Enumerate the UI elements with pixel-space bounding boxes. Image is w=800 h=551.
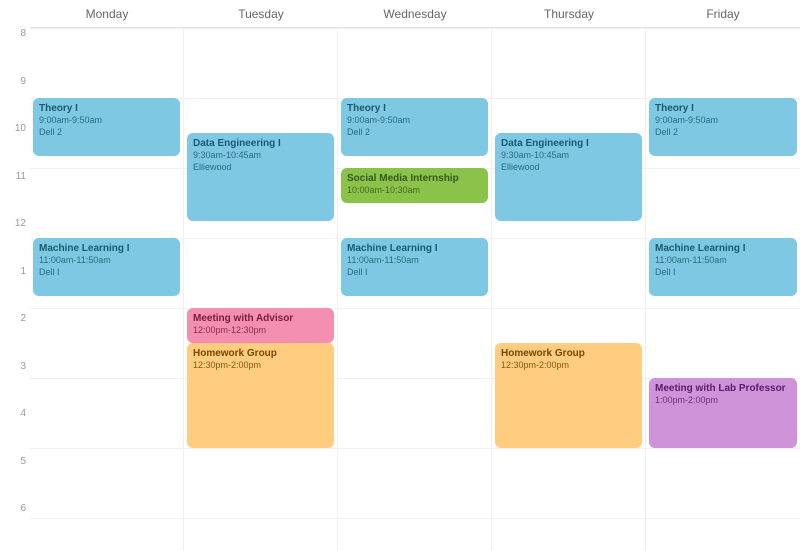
event-time: 12:00pm-12:30pm	[193, 325, 328, 337]
calendar-event[interactable]: Machine Learning I11:00am-11:50amDell I	[649, 238, 797, 296]
time-label: 9	[0, 76, 30, 124]
event-title: Homework Group	[501, 347, 636, 360]
event-title: Machine Learning I	[655, 242, 791, 255]
event-time: 9:30am-10:45am	[193, 150, 328, 162]
day-column-friday: Theory I9:00am-9:50amDell 2 Machine Learn…	[646, 28, 800, 551]
event-title: Theory I	[655, 102, 791, 115]
day-header: Wednesday	[338, 0, 492, 27]
event-title: Data Engineering I	[501, 137, 636, 150]
time-label: 3	[0, 361, 30, 409]
calendar-event[interactable]: Meeting with Lab Professor1:00pm-2:00pm	[649, 378, 797, 448]
calendar-event[interactable]: Data Engineering I9:30am-10:45amElliewoo…	[495, 133, 642, 221]
time-label: 12	[0, 218, 30, 266]
calendar-event[interactable]: Meeting with Advisor12:00pm-12:30pm	[187, 308, 334, 343]
calendar-event[interactable]: Homework Group12:30pm-2:00pm	[187, 343, 334, 448]
event-time: 10:00am-10:30am	[347, 185, 482, 197]
event-time: 11:00am-11:50am	[347, 255, 482, 267]
day-header: Friday	[646, 0, 800, 27]
event-title: Machine Learning I	[39, 242, 174, 255]
event-location: Dell 2	[39, 127, 174, 139]
event-location: Elliewood	[501, 162, 636, 174]
event-title: Theory I	[347, 102, 482, 115]
time-label: 1	[0, 266, 30, 314]
time-label: 10	[0, 123, 30, 171]
grid-area: MondayTuesdayWednesdayThursdayFriday The…	[30, 0, 800, 551]
day-column-tuesday: Data Engineering I9:30am-10:45amElliewoo…	[184, 28, 338, 551]
event-time: 9:30am-10:45am	[501, 150, 636, 162]
event-time: 12:30pm-2:00pm	[193, 360, 328, 372]
event-location: Dell I	[347, 267, 482, 279]
time-label: 11	[0, 171, 30, 219]
day-header: Thursday	[492, 0, 646, 27]
event-time: 9:00am-9:50am	[39, 115, 174, 127]
day-headers: MondayTuesdayWednesdayThursdayFriday	[30, 0, 800, 28]
event-title: Meeting with Advisor	[193, 312, 328, 325]
day-column-monday: Theory I9:00am-9:50amDell 2 Machine Learn…	[30, 28, 184, 551]
calendar-event[interactable]: Homework Group12:30pm-2:00pm	[495, 343, 642, 448]
grid-body: Theory I9:00am-9:50amDell 2Machine Learn…	[30, 28, 800, 551]
event-time: 1:00pm-2:00pm	[655, 395, 791, 407]
calendar-event[interactable]: Social Media Internship10:00am-10:30am	[341, 168, 488, 203]
event-title: Machine Learning I	[347, 242, 482, 255]
event-location: Dell 2	[655, 127, 791, 139]
event-title: Homework Group	[193, 347, 328, 360]
calendar: 89101112123456 MondayTuesdayWednesdayThu…	[0, 0, 800, 551]
event-title: Data Engineering I	[193, 137, 328, 150]
time-label: 8	[0, 28, 30, 76]
event-time: 11:00am-11:50am	[39, 255, 174, 267]
event-location: Elliewood	[193, 162, 328, 174]
day-header: Monday	[30, 0, 184, 27]
event-location: Dell I	[39, 267, 174, 279]
time-label: 4	[0, 408, 30, 456]
time-label: 5	[0, 456, 30, 504]
calendar-event[interactable]: Machine Learning I11:00am-11:50amDell I	[33, 238, 180, 296]
event-title: Meeting with Lab Professor	[655, 382, 791, 395]
day-header: Tuesday	[184, 0, 338, 27]
event-time: 9:00am-9:50am	[347, 115, 482, 127]
event-title: Theory I	[39, 102, 174, 115]
event-time: 9:00am-9:50am	[655, 115, 791, 127]
event-title: Social Media Internship	[347, 172, 482, 185]
calendar-event[interactable]: Theory I9:00am-9:50amDell 2	[649, 98, 797, 156]
calendar-event[interactable]: Theory I9:00am-9:50amDell 2	[341, 98, 488, 156]
calendar-event[interactable]: Machine Learning I11:00am-11:50amDell I	[341, 238, 488, 296]
day-column-wednesday: Theory I9:00am-9:50amDell 2 Social Media …	[338, 28, 492, 551]
event-location: Dell I	[655, 267, 791, 279]
calendar-event[interactable]: Data Engineering I9:30am-10:45amElliewoo…	[187, 133, 334, 221]
time-label: 6	[0, 503, 30, 551]
time-column: 89101112123456	[0, 0, 30, 551]
event-time: 12:30pm-2:00pm	[501, 360, 636, 372]
event-time: 11:00am-11:50am	[655, 255, 791, 267]
time-label: 2	[0, 313, 30, 361]
calendar-event[interactable]: Theory I9:00am-9:50amDell 2	[33, 98, 180, 156]
day-column-thursday: Data Engineering I9:30am-10:45amElliewoo…	[492, 28, 646, 551]
event-location: Dell 2	[347, 127, 482, 139]
